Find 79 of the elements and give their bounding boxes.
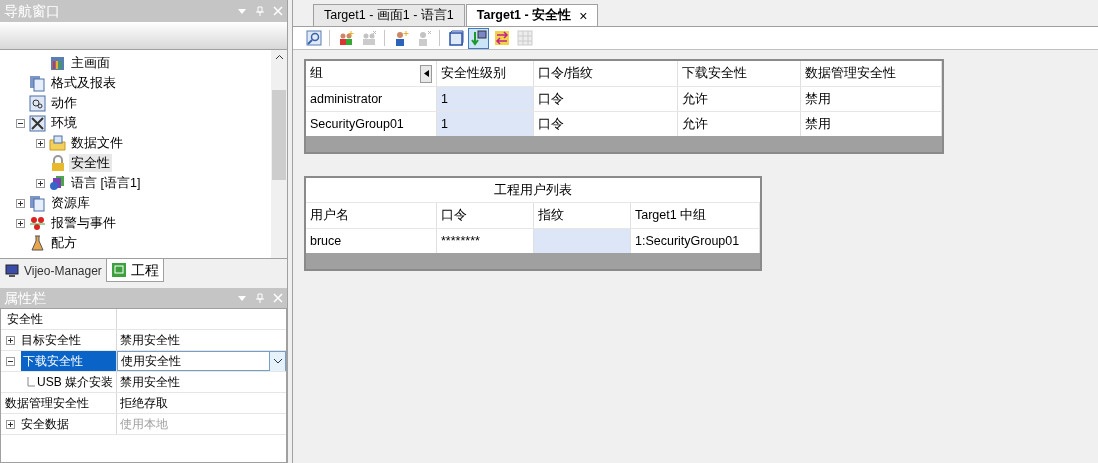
- header-label: 数据管理安全性: [805, 65, 897, 83]
- language-icon: [49, 174, 66, 192]
- tree-item[interactable]: 环境: [49, 113, 79, 133]
- tree-item[interactable]: 配方: [49, 233, 79, 253]
- property-name: 安全数据: [21, 416, 69, 433]
- document-stack-icon: [29, 74, 46, 92]
- scroll-up-icon[interactable]: [274, 54, 284, 60]
- header-label: 安全性级别: [441, 65, 507, 83]
- padlock-icon: [49, 154, 66, 172]
- property-value: 禁用安全性: [120, 332, 181, 349]
- scroll-left-button[interactable]: [420, 64, 432, 83]
- chevron-down-icon: [272, 358, 283, 364]
- panel-tab[interactable]: 工程: [105, 259, 164, 282]
- property-value: 使用安全性: [121, 353, 182, 370]
- gear-document-icon: [29, 94, 46, 112]
- flask-icon: [29, 234, 46, 252]
- grid-icon: [516, 30, 533, 46]
- property-name: USB 媒介安装: [37, 374, 113, 391]
- collapse-icon[interactable]: [6, 356, 15, 366]
- header-label: 口令/指纹: [538, 65, 595, 83]
- tab-label: Target1 - 画面1 - 语言1: [324, 7, 454, 25]
- table-cell: 1: [437, 87, 534, 111]
- table-cell: 禁用: [801, 87, 942, 111]
- table-cell: 口令: [534, 87, 678, 111]
- swap-arrows-icon: [493, 30, 510, 46]
- dropdown-button[interactable]: [269, 351, 285, 371]
- tree-item[interactable]: 安全性: [69, 153, 112, 173]
- header-label: 口令: [441, 207, 468, 225]
- monitor-icon: [4, 262, 20, 279]
- document-tab[interactable]: Target1 - 安全性 ×: [465, 4, 599, 26]
- tab-label: Target1 - 安全性: [476, 6, 572, 25]
- people-plus-icon: [337, 30, 354, 46]
- table-cell: 允许: [678, 87, 801, 111]
- tree-line-icon: [27, 377, 35, 387]
- cube-icon: [447, 30, 464, 46]
- triangle-left-icon: [423, 70, 429, 77]
- property-name: 下载安全性: [21, 351, 116, 371]
- expand-icon[interactable]: [6, 335, 15, 345]
- property-value: 拒绝存取: [120, 395, 169, 412]
- expand-icon[interactable]: [35, 178, 45, 188]
- dropdown-field[interactable]: 使用安全性: [117, 351, 286, 371]
- toolbar-button[interactable]: [468, 27, 489, 49]
- tree-item[interactable]: 动作: [49, 93, 79, 113]
- folder-icon: [49, 134, 66, 152]
- property-value: 禁用安全性: [120, 374, 181, 391]
- tree-item[interactable]: 报警与事件: [49, 213, 118, 233]
- chart-window-icon: [49, 54, 66, 72]
- people-cross-icon: [360, 30, 377, 46]
- property-name: 目标安全性: [21, 332, 81, 349]
- property-value: 使用本地: [120, 416, 169, 433]
- panel-tab[interactable]: Vijeo-Manager: [0, 259, 106, 282]
- header-label: 用户名: [310, 207, 350, 225]
- property-name: 数据管理安全性: [5, 395, 89, 412]
- tree-item[interactable]: 语言 [语言1]: [69, 173, 143, 193]
- alarm-lights-icon: [29, 214, 46, 232]
- tools-icon: [29, 114, 46, 132]
- table-title: 工程用户列表: [306, 178, 760, 203]
- scrollbar[interactable]: [271, 50, 287, 258]
- header-label: 指纹: [538, 207, 565, 225]
- document-tab[interactable]: Target1 - 画面1 - 语言1: [313, 4, 465, 26]
- table-cell: 1: [437, 112, 534, 136]
- header-label: 下载安全性: [682, 65, 748, 83]
- project-icon: [110, 262, 127, 278]
- expand-icon[interactable]: [15, 198, 25, 208]
- expand-icon[interactable]: [15, 218, 25, 228]
- header-label: Target1 中组: [635, 207, 708, 225]
- document-stack-icon: [29, 194, 46, 212]
- toolbar-button[interactable]: [303, 27, 324, 49]
- magnifier-icon: [305, 30, 322, 46]
- header-label: 组: [310, 65, 324, 83]
- tree-item[interactable]: 主画面: [69, 53, 112, 73]
- tree-item[interactable]: 格式及报表: [49, 73, 118, 93]
- arrow-monitor-icon: [470, 30, 487, 46]
- tree-item[interactable]: 资源库: [49, 193, 92, 213]
- close-button[interactable]: ×: [579, 8, 588, 23]
- tree-item[interactable]: 数据文件: [69, 133, 125, 153]
- expand-icon[interactable]: [35, 138, 45, 148]
- property-name: 安全性: [7, 311, 43, 328]
- collapse-icon[interactable]: [15, 118, 25, 128]
